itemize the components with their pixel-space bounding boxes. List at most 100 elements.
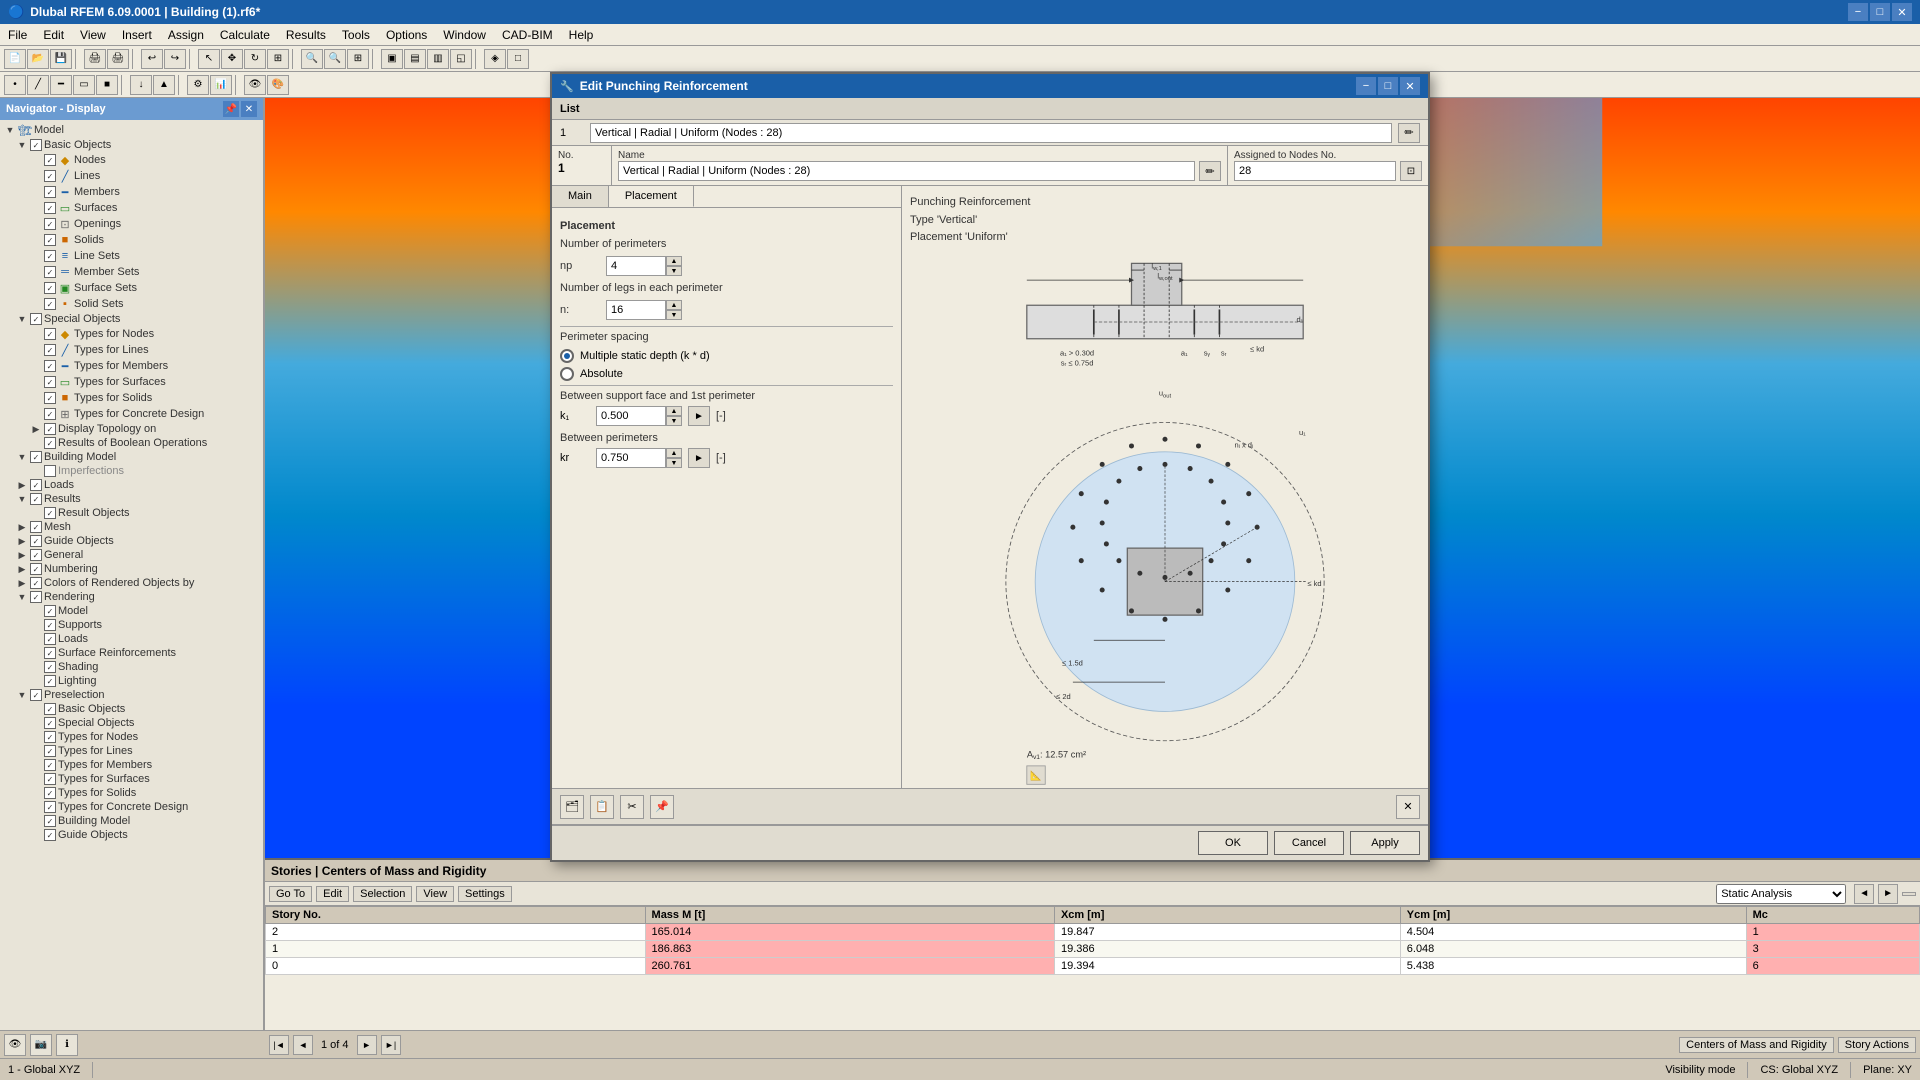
tree-imperfections[interactable]: Imperfections — [2, 464, 261, 478]
render-loads-checkbox[interactable] — [44, 633, 56, 645]
nav-close-btn[interactable]: ✕ — [241, 101, 257, 117]
general-checkbox[interactable] — [30, 549, 42, 561]
display-topology-checkbox[interactable] — [44, 423, 56, 435]
ok-button[interactable]: OK — [1198, 831, 1268, 855]
tree-pre-types-surfaces[interactable]: Types for Surfaces — [2, 772, 261, 786]
tree-types-solids[interactable]: ■ Types for Solids — [2, 390, 261, 406]
tb2-display[interactable]: 👁 — [244, 75, 266, 95]
solids-checkbox[interactable] — [44, 234, 56, 246]
tree-surface-reinforcements[interactable]: Surface Reinforcements — [2, 646, 261, 660]
tb2-solid[interactable]: ■ — [96, 75, 118, 95]
tb2-line[interactable]: ╱ — [27, 75, 49, 95]
shading-checkbox[interactable] — [44, 661, 56, 673]
pre-special-checkbox[interactable] — [44, 717, 56, 729]
tb-new[interactable]: 📄 — [4, 49, 26, 69]
selection-btn[interactable]: Selection — [353, 886, 412, 902]
tree-guide-objects[interactable]: ▶ Guide Objects — [2, 534, 261, 548]
solid-sets-checkbox[interactable] — [44, 298, 56, 310]
menu-cad-bim[interactable]: CAD-BIM — [494, 24, 561, 46]
menu-options[interactable]: Options — [378, 24, 435, 46]
n-down-btn[interactable]: ▼ — [666, 310, 682, 320]
tree-pre-types-nodes[interactable]: Types for Nodes — [2, 730, 261, 744]
menu-insert[interactable]: Insert — [114, 24, 160, 46]
nav-camera-btn[interactable]: 📷 — [30, 1034, 52, 1056]
types-nodes-checkbox[interactable] — [44, 328, 56, 340]
tb-wire[interactable]: □ — [507, 49, 529, 69]
tree-display-topology[interactable]: ▶ Display Topology on — [2, 422, 261, 436]
tree-loads[interactable]: ▶ Loads — [2, 478, 261, 492]
pre-guide-checkbox[interactable] — [44, 829, 56, 841]
dialog-minimize-btn[interactable]: − — [1356, 77, 1376, 95]
tb2-results[interactable]: 📊 — [210, 75, 232, 95]
types-lines-checkbox[interactable] — [44, 344, 56, 356]
tree-shading[interactable]: Shading — [2, 660, 261, 674]
surface-reinforcements-checkbox[interactable] — [44, 647, 56, 659]
tree-lines[interactable]: ╱ Lines — [2, 168, 261, 184]
pre-types-concrete-checkbox[interactable] — [44, 801, 56, 813]
member-sets-checkbox[interactable] — [44, 266, 56, 278]
menu-results[interactable]: Results — [278, 24, 334, 46]
tree-members[interactable]: ━ Members — [2, 184, 261, 200]
tb-zoom-in[interactable]: 🔍 — [301, 49, 323, 69]
tb-zoom-fit[interactable]: ⊞ — [347, 49, 369, 69]
tree-pre-basic[interactable]: Basic Objects — [2, 702, 261, 716]
page-first-btn[interactable]: |◄ — [269, 1035, 289, 1055]
tree-preselection[interactable]: ▼ Preselection — [2, 688, 261, 702]
maximize-button[interactable]: □ — [1870, 3, 1890, 21]
types-solids-checkbox[interactable] — [44, 392, 56, 404]
menu-help[interactable]: Help — [561, 24, 602, 46]
dialog-maximize-btn[interactable]: □ — [1378, 77, 1398, 95]
tree-openings[interactable]: ⊡ Openings — [2, 216, 261, 232]
loads-checkbox[interactable] — [30, 479, 42, 491]
lighting-checkbox[interactable] — [44, 675, 56, 687]
numbering-checkbox[interactable] — [30, 563, 42, 575]
result-objects-checkbox[interactable] — [44, 507, 56, 519]
tree-pre-types-members[interactable]: Types for Members — [2, 758, 261, 772]
tb2-load[interactable]: ↓ — [130, 75, 152, 95]
pre-types-lines-checkbox[interactable] — [44, 745, 56, 757]
results-checkbox[interactable] — [30, 493, 42, 505]
goto-btn[interactable]: Go To — [269, 886, 312, 902]
footer-close-btn[interactable]: ✕ — [1396, 795, 1420, 819]
nav-info-bottom-btn[interactable]: ℹ — [56, 1034, 78, 1056]
tree-bool-ops[interactable]: Results of Boolean Operations — [2, 436, 261, 450]
tree-pre-types-solids[interactable]: Types for Solids — [2, 786, 261, 800]
kr-input[interactable] — [596, 448, 666, 468]
assigned-nodes-input[interactable] — [1234, 161, 1396, 181]
nav-left-btn[interactable]: ◄ — [1854, 884, 1874, 904]
tree-solid-sets[interactable]: ▪ Solid Sets — [2, 296, 261, 312]
surface-sets-checkbox[interactable] — [44, 282, 56, 294]
tb2-support[interactable]: ▲ — [153, 75, 175, 95]
tb-view2[interactable]: ▤ — [404, 49, 426, 69]
n-input[interactable] — [606, 300, 666, 320]
tree-solids[interactable]: ■ Solids — [2, 232, 261, 248]
centers-of-mass-tab[interactable]: Centers of Mass and Rigidity — [1679, 1037, 1834, 1053]
k1-up-btn[interactable]: ▲ — [666, 406, 682, 416]
tree-member-sets[interactable]: ═ Member Sets — [2, 264, 261, 280]
surfaces-checkbox[interactable] — [44, 202, 56, 214]
tb-open[interactable]: 📂 — [27, 49, 49, 69]
tree-render-supports[interactable]: Supports — [2, 618, 261, 632]
tree-results[interactable]: ▼ Results — [2, 492, 261, 506]
tree-building-model[interactable]: ▼ Building Model — [2, 450, 261, 464]
building-model-checkbox[interactable] — [30, 451, 42, 463]
multiple-static-radio[interactable] — [560, 349, 574, 363]
tb-3d[interactable]: ◱ — [450, 49, 472, 69]
page-prev-btn[interactable]: ◄ — [293, 1035, 313, 1055]
tree-render-model[interactable]: Model — [2, 604, 261, 618]
edit-btn[interactable]: Edit — [316, 886, 349, 902]
tree-types-lines[interactable]: ╱ Types for Lines — [2, 342, 261, 358]
tb-view3[interactable]: ▥ — [427, 49, 449, 69]
page-last-btn[interactable]: ►| — [381, 1035, 401, 1055]
special-objects-checkbox[interactable] — [30, 313, 42, 325]
tree-model-root[interactable]: ▼ 🏗 Model — [2, 122, 261, 138]
kr-down-btn[interactable]: ▼ — [666, 458, 682, 468]
basic-objects-checkbox[interactable] — [30, 139, 42, 151]
table-row[interactable]: 2 165.014 19.847 4.504 1 — [266, 924, 1920, 941]
tree-surface-sets[interactable]: ▣ Surface Sets — [2, 280, 261, 296]
guide-objects-checkbox[interactable] — [30, 535, 42, 547]
tree-types-members[interactable]: ━ Types for Members — [2, 358, 261, 374]
tb2-node[interactable]: • — [4, 75, 26, 95]
tb-select[interactable]: ↖ — [198, 49, 220, 69]
nav-model-btn[interactable]: 👁 — [4, 1034, 26, 1056]
